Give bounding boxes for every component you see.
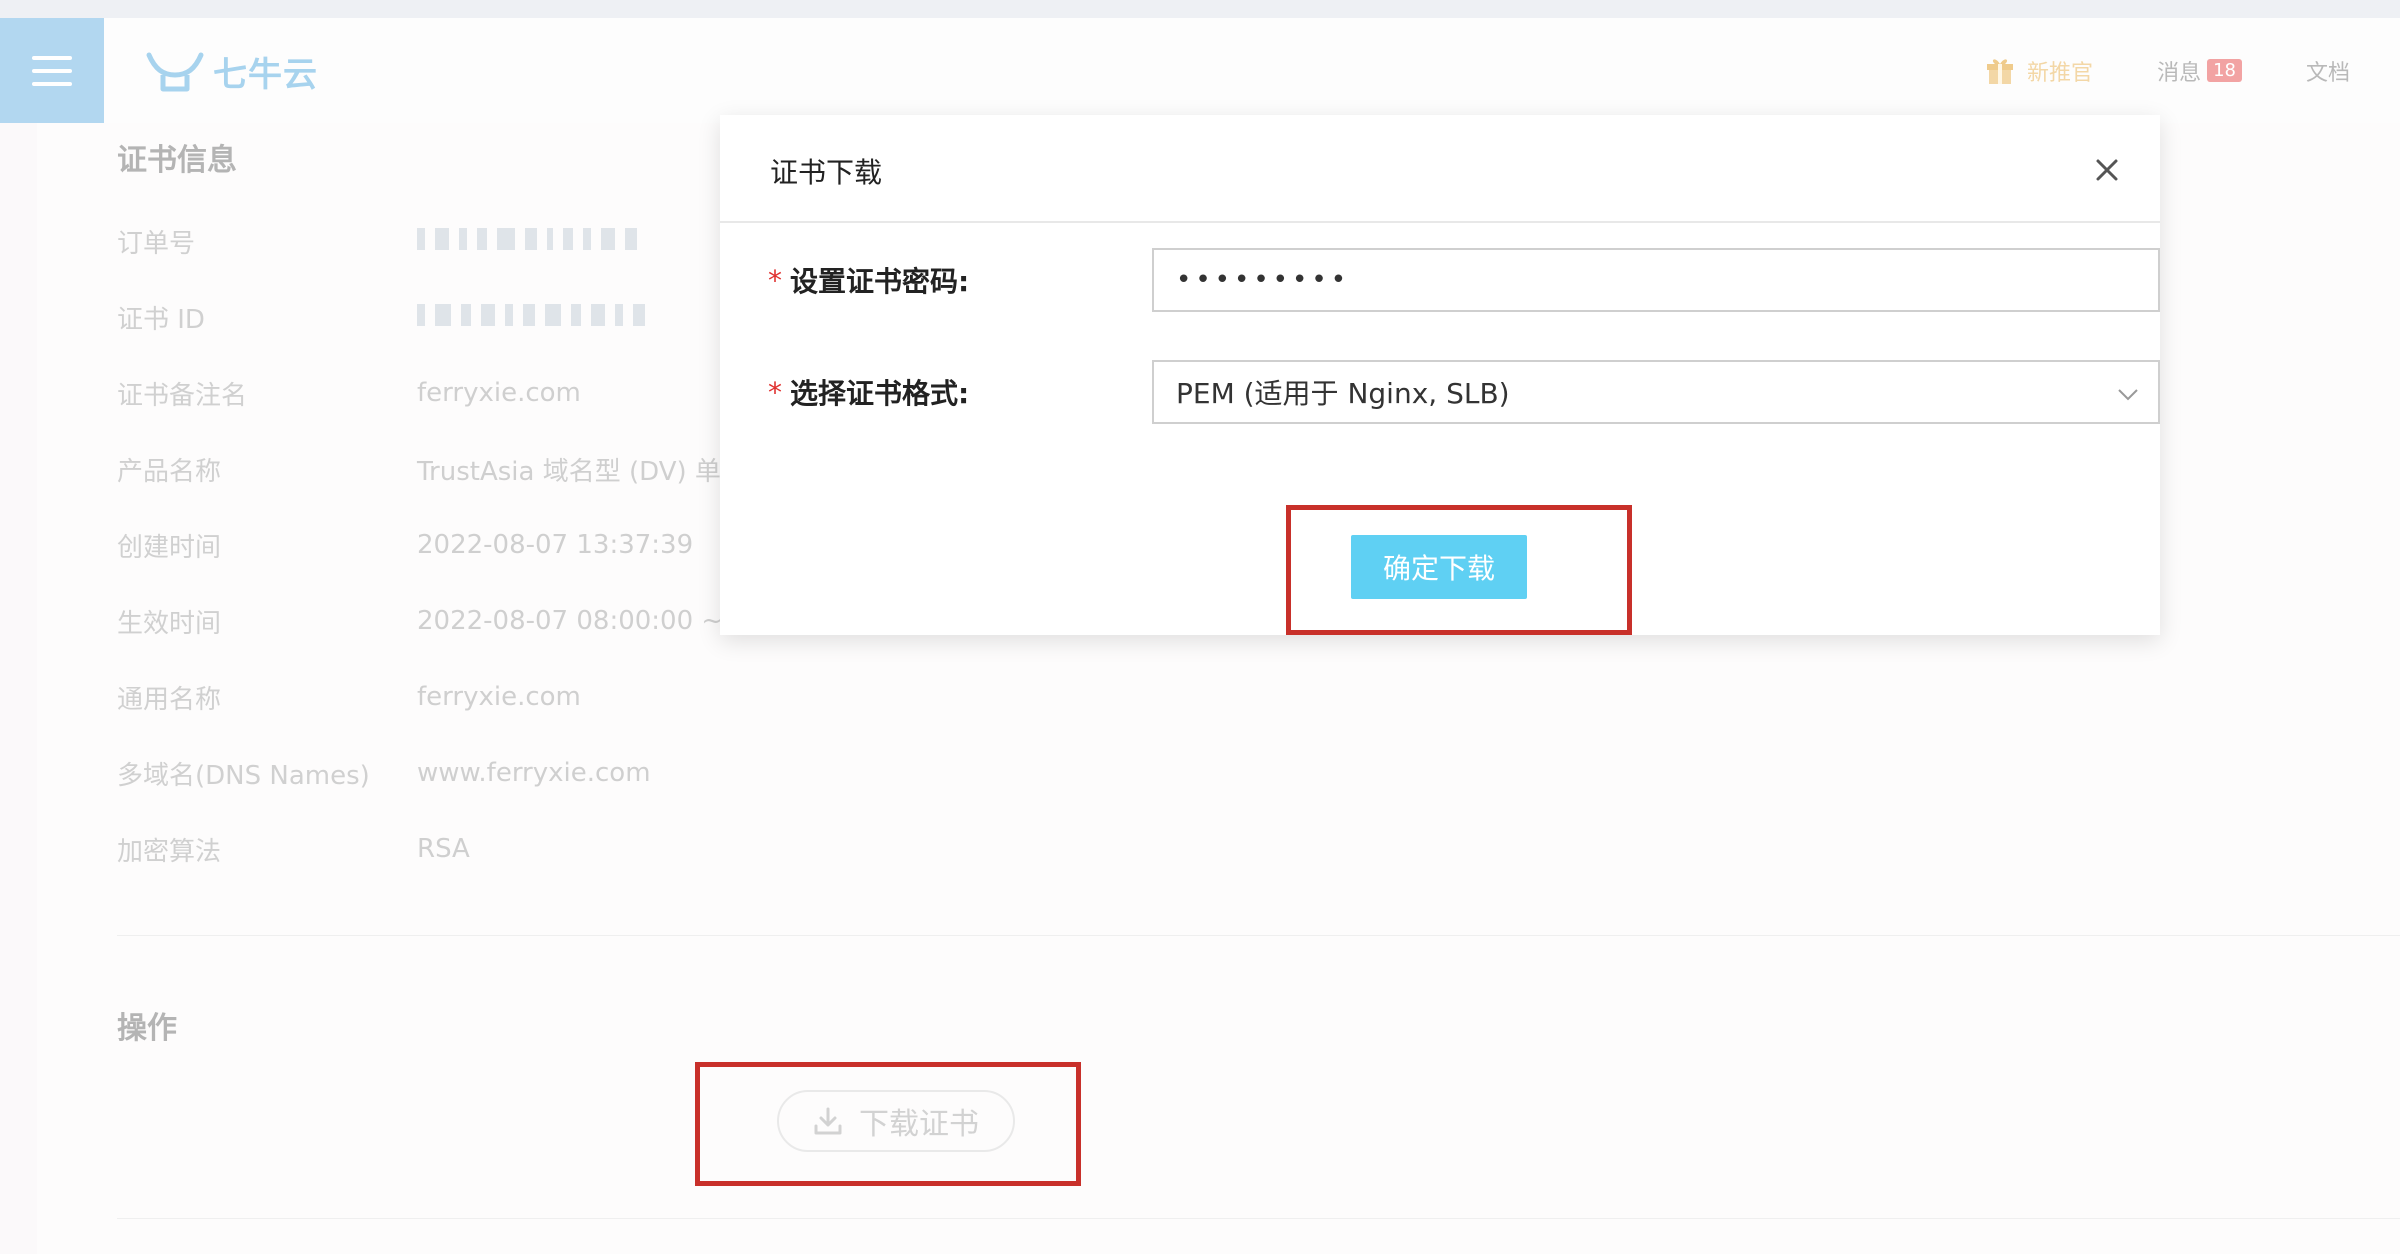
dialog-header: 证书下载	[720, 115, 2160, 223]
format-label: 选择证书格式:	[790, 377, 970, 410]
chevron-down-icon	[2118, 389, 2138, 401]
password-value: •••••••••	[1176, 265, 1351, 295]
required-asterisk: *	[768, 263, 782, 297]
close-icon[interactable]	[2090, 153, 2124, 187]
format-row: * 选择证书格式: PEM (适用于 Nginx, SLB)	[768, 360, 2160, 424]
format-select[interactable]: PEM (适用于 Nginx, SLB)	[1152, 360, 2160, 424]
highlight-box-confirm	[1286, 505, 1632, 635]
password-label: 设置证书密码:	[790, 265, 970, 298]
password-row: * 设置证书密码: •••••••••	[768, 248, 2160, 312]
dialog-title: 证书下载	[770, 156, 883, 189]
format-label-wrap: * 选择证书格式:	[768, 372, 1100, 412]
format-selected-value: PEM (适用于 Nginx, SLB)	[1176, 377, 1510, 410]
password-input[interactable]: •••••••••	[1152, 248, 2160, 312]
required-asterisk: *	[768, 375, 782, 409]
password-label-wrap: * 设置证书密码:	[768, 260, 1100, 300]
